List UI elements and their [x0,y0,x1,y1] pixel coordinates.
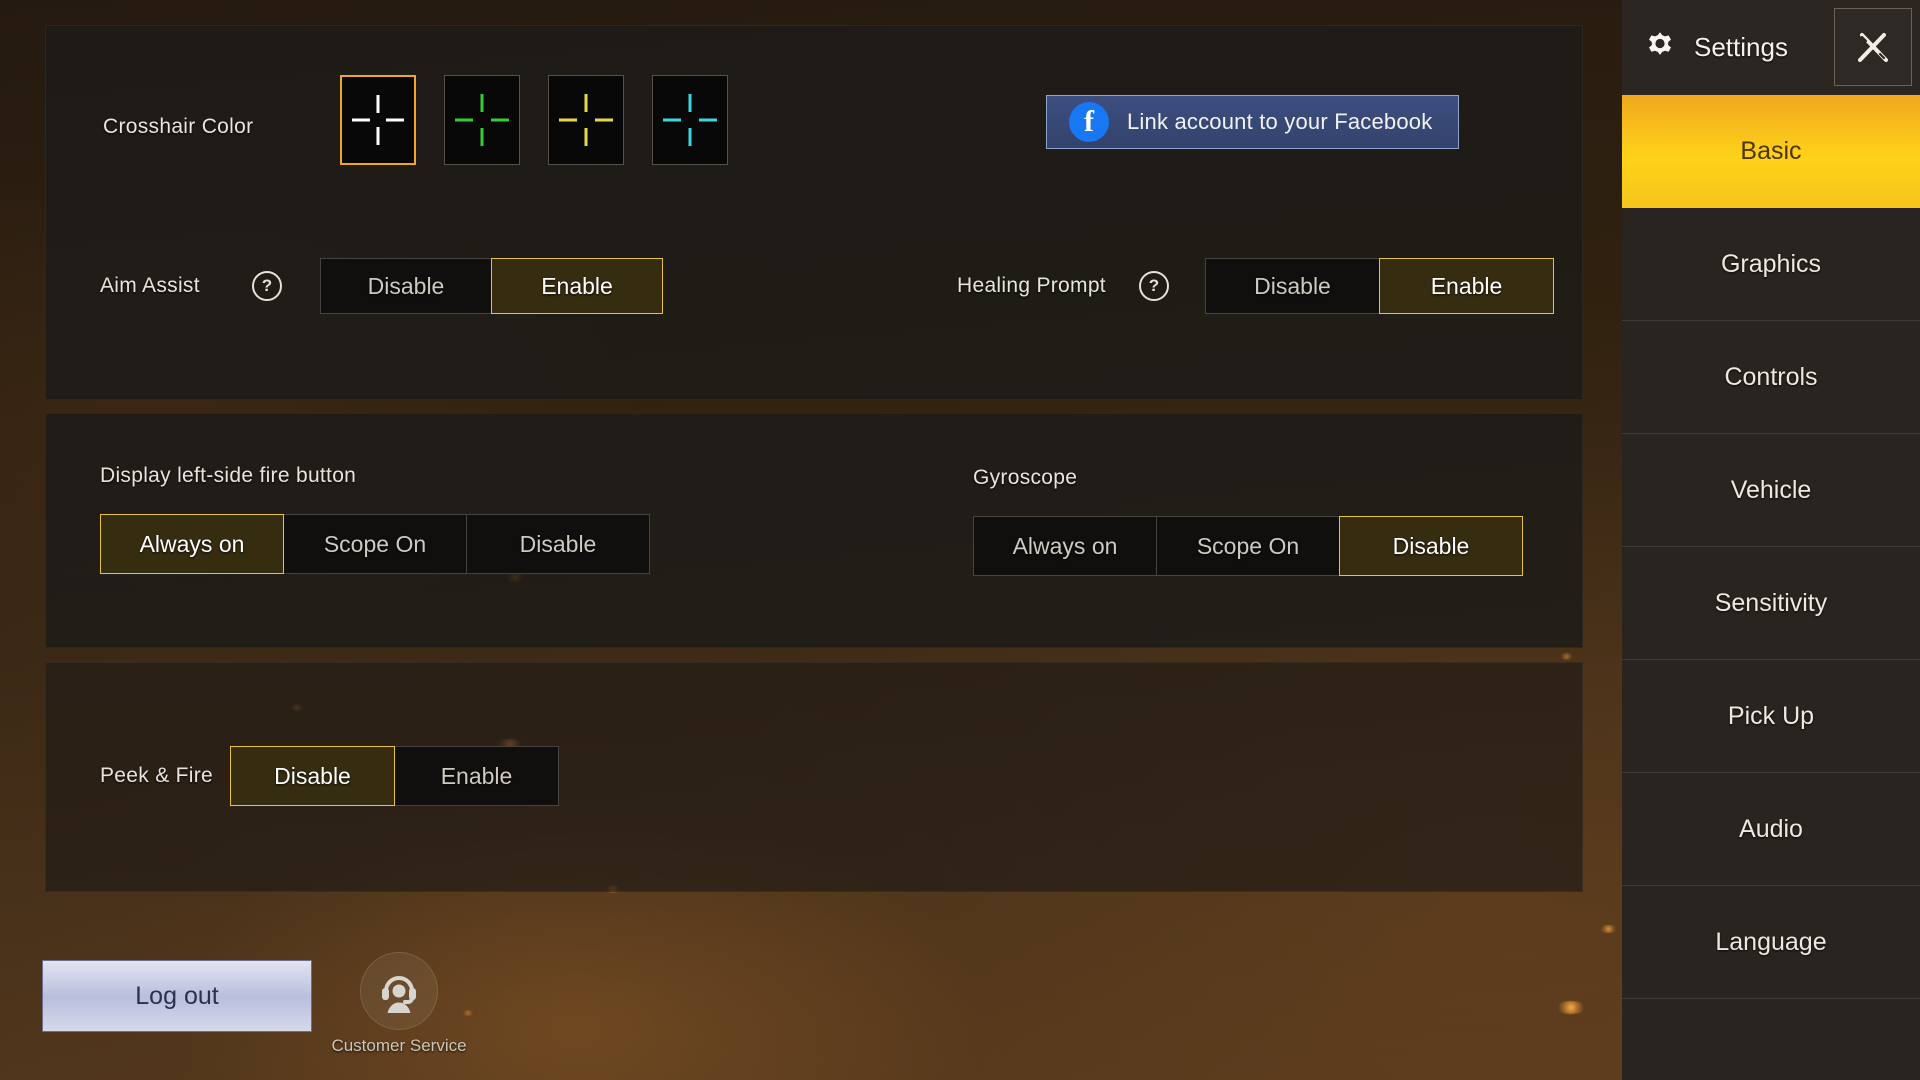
peek-fire-row: Peek & Fire Disable Enable [100,746,559,806]
crosshair-line-right [595,118,613,122]
gear-icon [1640,28,1680,68]
crosshair-line-bottom [584,128,588,146]
sidebar-item-audio[interactable]: Audio [1622,773,1920,886]
sidebar-item-language[interactable]: Language [1622,886,1920,999]
crosshair-line-right [699,118,717,122]
fire-button-disable-button[interactable]: Disable [466,514,650,574]
gyroscope-always-on-button[interactable]: Always on [973,516,1157,576]
question-mark-icon[interactable]: ? [252,271,282,301]
peek-fire-disable-button[interactable]: Disable [230,746,395,806]
healing-prompt-enable-button[interactable]: Enable [1379,258,1554,314]
peek-fire-enable-button[interactable]: Enable [394,746,559,806]
gyroscope-label: Gyroscope [973,466,1078,489]
crosshair-swatch-green[interactable] [444,75,520,165]
crosshair-line-right [491,118,509,122]
crosshair-line-bottom [480,128,484,146]
crosshair-line-top [480,94,484,112]
crosshair-line-left [352,118,370,122]
crosshair-line-top [688,94,692,112]
fire-button-always-on-button[interactable]: Always on [100,514,284,574]
sidebar-tab-list: Basic Graphics Controls Vehicle Sensitiv… [1622,95,1920,1080]
fire-button-scope-on-button[interactable]: Scope On [283,514,467,574]
sidebar-item-graphics[interactable]: Graphics [1622,208,1920,321]
fire-button-label: Display left-side fire button [100,464,357,487]
crosshair-line-left [559,118,577,122]
crosshair-line-left [455,118,473,122]
logout-button[interactable]: Log out [42,960,312,1032]
crosshair-line-bottom [688,128,692,146]
question-mark-icon[interactable]: ? [1139,271,1169,301]
aim-assist-options: Disable Enable [320,258,663,314]
crosshair-swatch-yellow[interactable] [548,75,624,165]
crosshair-swatch-white[interactable] [340,75,416,165]
peek-fire-label: Peek & Fire [100,764,214,787]
facebook-icon: f [1069,102,1109,142]
crosshair-line-bottom [376,127,380,145]
crosshair-line-right [386,118,404,122]
peek-fire-options: Disable Enable [230,746,559,806]
aim-assist-row: Aim Assist ? Disable Enable [100,258,663,314]
healing-prompt-row: Healing Prompt ? Disable Enable [957,258,1554,314]
aim-assist-label: Aim Assist [100,274,200,297]
gyroscope-scope-on-button[interactable]: Scope On [1156,516,1340,576]
fire-button-options: Always on Scope On Disable [100,514,650,574]
headset-support-icon [360,952,438,1030]
settings-sidebar: Settings Basic Graphics Controls Vehicle… [1622,0,1920,1080]
settings-content: Crosshair Color f Link account to your F… [0,0,1622,1080]
aim-assist-enable-button[interactable]: Enable [491,258,663,314]
crosshair-color-options [340,75,728,165]
gyroscope-group: Gyroscope Always on Scope On Disable [973,466,1523,576]
settings-title: Settings [1694,32,1788,62]
healing-prompt-label: Healing Prompt [957,274,1106,297]
sidebar-item-pickup[interactable]: Pick Up [1622,660,1920,773]
crosshair-line-top [376,95,380,113]
link-facebook-button[interactable]: f Link account to your Facebook [1046,95,1459,149]
fire-button-group: Display left-side fire button Always on … [100,464,650,574]
crosshair-color-label: Crosshair Color [103,115,254,138]
healing-prompt-options: Disable Enable [1205,258,1554,314]
link-facebook-label: Link account to your Facebook [1127,109,1433,134]
customer-service-label: Customer Service [331,1036,467,1055]
aim-assist-disable-button[interactable]: Disable [320,258,492,314]
sidebar-item-vehicle[interactable]: Vehicle [1622,434,1920,547]
healing-prompt-disable-button[interactable]: Disable [1205,258,1380,314]
close-icon[interactable] [1834,8,1912,86]
crosshair-line-top [584,94,588,112]
sidebar-item-sensitivity[interactable]: Sensitivity [1622,547,1920,660]
sidebar-item-basic[interactable]: Basic [1622,95,1920,208]
sidebar-header: Settings [1622,0,1920,95]
gyroscope-disable-button[interactable]: Disable [1339,516,1523,576]
sidebar-item-controls[interactable]: Controls [1622,321,1920,434]
gyroscope-options: Always on Scope On Disable [973,516,1523,576]
crosshair-swatch-cyan[interactable] [652,75,728,165]
customer-service-button[interactable]: Customer Service [331,952,467,1056]
crosshair-line-left [663,118,681,122]
